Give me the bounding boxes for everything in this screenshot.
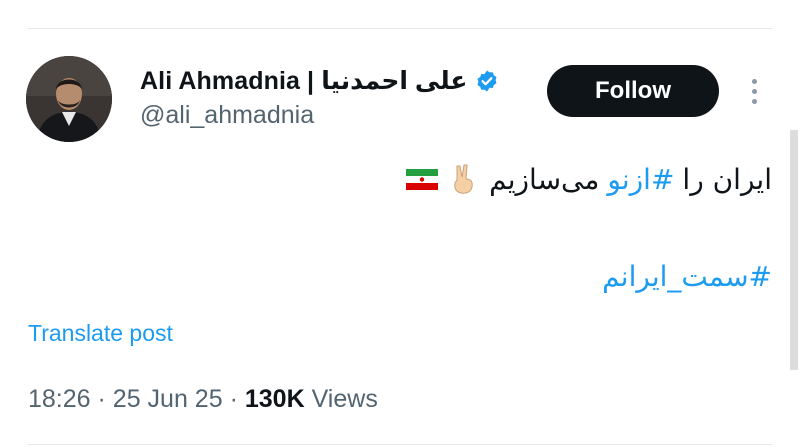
hashtag-link[interactable]: #ازنو bbox=[607, 163, 674, 196]
iran-flag-icon bbox=[405, 162, 439, 196]
post-meta: 18:26 · 25 Jun 25 · 130K Views bbox=[28, 385, 378, 414]
post-text-after: می‌سازیم bbox=[489, 162, 600, 196]
avatar-photo bbox=[26, 56, 112, 142]
bottom-divider bbox=[28, 444, 772, 445]
author-display-name[interactable]: Ali Ahmadnia | علی احمدنیا bbox=[140, 66, 468, 96]
post-date[interactable]: 25 Jun 25 bbox=[113, 385, 223, 413]
scrollbar[interactable] bbox=[790, 130, 798, 370]
author-handle[interactable]: @ali_ahmadnia bbox=[140, 101, 314, 130]
post-text-line1: ایران را #ازنو می‌سازیم bbox=[405, 162, 772, 196]
more-vertical-icon[interactable] bbox=[744, 74, 764, 110]
meta-separator: · bbox=[97, 385, 106, 413]
hashtag-link[interactable]: #سمت_ایرانم bbox=[602, 260, 772, 293]
meta-separator: · bbox=[229, 385, 238, 413]
post-text-line2: #سمت_ایرانم bbox=[602, 260, 772, 293]
views-count: 130K bbox=[244, 385, 305, 413]
verified-badge-icon bbox=[475, 69, 499, 93]
victory-hand-icon bbox=[447, 162, 481, 196]
author-name-row: Ali Ahmadnia | علی احمدنیا bbox=[140, 64, 499, 98]
post-text-before: ایران را bbox=[682, 162, 772, 196]
views-label: Views bbox=[311, 385, 378, 413]
post-time[interactable]: 18:26 bbox=[28, 385, 91, 413]
follow-button[interactable]: Follow bbox=[547, 65, 719, 117]
top-divider bbox=[28, 28, 772, 29]
translate-post-link[interactable]: Translate post bbox=[28, 320, 173, 347]
avatar[interactable] bbox=[26, 56, 112, 142]
